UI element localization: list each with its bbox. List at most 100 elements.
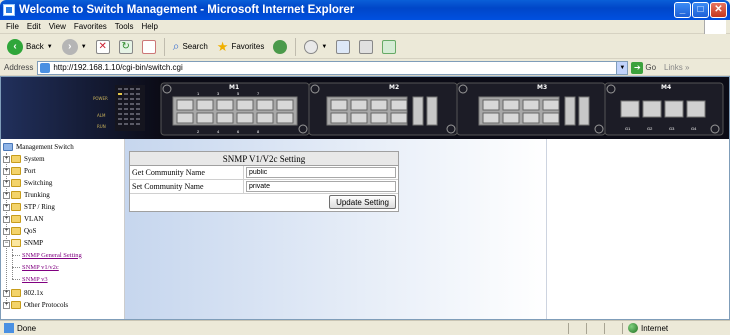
- tree-link-snmp-general[interactable]: SNMP General Setting: [22, 249, 82, 261]
- windows-logo-icon: [704, 20, 726, 34]
- rj45-port: [482, 99, 500, 111]
- tree-item-stp-ring[interactable]: + STP / Ring: [3, 201, 55, 213]
- tree-item-snmp[interactable]: − SNMP: [3, 237, 43, 249]
- expand-icon[interactable]: +: [3, 215, 10, 223]
- status-led: [136, 113, 140, 115]
- print-button[interactable]: [356, 37, 376, 57]
- folder-icon: [11, 191, 21, 199]
- favorites-button[interactable]: ★ Favorites: [214, 37, 268, 57]
- tree-item-8021x[interactable]: +802.1x: [3, 287, 43, 299]
- status-led: [130, 108, 134, 110]
- expand-icon[interactable]: +: [3, 167, 10, 175]
- refresh-icon: ↻: [118, 39, 133, 54]
- expand-icon[interactable]: +: [3, 179, 10, 187]
- tree-guide: [12, 249, 13, 279]
- tree-item-port[interactable]: + Port: [3, 165, 36, 177]
- tree-item-other-protocols[interactable]: + Other Protocols: [3, 299, 68, 311]
- menu-bar: File Edit View Favorites Tools Help: [0, 20, 730, 34]
- media-button[interactable]: [270, 37, 290, 57]
- tree-link-snmp-v1v2c[interactable]: SNMP v1/v2c: [22, 261, 59, 273]
- forward-dropdown-icon[interactable]: ▼: [81, 44, 87, 50]
- refresh-button[interactable]: ↻: [116, 37, 136, 57]
- search-button[interactable]: ⌕ Search: [170, 37, 211, 57]
- expand-icon[interactable]: +: [3, 203, 10, 211]
- tree-item-switching[interactable]: + Switching: [3, 177, 52, 189]
- update-setting-button[interactable]: Update Setting: [329, 195, 396, 209]
- go-button[interactable]: ➔ Go: [631, 61, 656, 74]
- address-dropdown-icon[interactable]: ▼: [616, 61, 628, 74]
- expand-icon[interactable]: +: [3, 301, 10, 309]
- tree-item-vlan[interactable]: + VLAN: [3, 213, 43, 225]
- status-led: [130, 103, 134, 105]
- folder-icon: [11, 227, 21, 235]
- expand-icon[interactable]: +: [3, 227, 10, 235]
- rj45-port: [216, 99, 234, 111]
- tree-root[interactable]: Management Switch: [3, 141, 74, 153]
- status-led: [118, 123, 122, 125]
- ie-page-icon: [3, 4, 15, 16]
- mail-button[interactable]: [333, 37, 353, 57]
- back-button[interactable]: ‹ Back ▼: [4, 37, 56, 57]
- rj45-port: [216, 112, 234, 124]
- led-label-power: POWER: [93, 96, 108, 101]
- snmp-general-link[interactable]: SNMP General Setting: [22, 252, 82, 259]
- status-led: [124, 88, 128, 90]
- expand-icon[interactable]: +: [3, 191, 10, 199]
- back-label: Back: [26, 42, 44, 51]
- expand-icon[interactable]: +: [3, 155, 10, 163]
- status-led: [118, 88, 122, 90]
- tree-item-label: VLAN: [24, 215, 44, 223]
- history-dropdown-icon[interactable]: ▼: [321, 44, 327, 50]
- get-community-label: Get Community Name: [130, 166, 244, 179]
- back-arrow-icon: ‹: [7, 38, 23, 55]
- tree-item-system[interactable]: + System: [3, 153, 45, 165]
- rj45-port: [502, 99, 520, 111]
- tree-item-qos[interactable]: + QoS: [3, 225, 36, 237]
- menu-favorites[interactable]: Favorites: [74, 22, 107, 31]
- status-led: [124, 98, 128, 100]
- module-label-m4: M4: [661, 84, 671, 91]
- menu-help[interactable]: Help: [141, 22, 157, 31]
- rj45-port: [370, 99, 388, 111]
- media-icon: [273, 39, 288, 54]
- tree-guide: [12, 255, 20, 256]
- status-led: [118, 113, 122, 115]
- minimize-button[interactable]: _: [674, 2, 691, 18]
- tree-item-label: SNMP: [24, 239, 44, 247]
- rj45-port: [330, 99, 348, 111]
- set-community-input[interactable]: [246, 181, 396, 192]
- collapse-icon[interactable]: −: [3, 239, 10, 247]
- page-icon: [40, 62, 51, 73]
- menu-file[interactable]: File: [6, 22, 19, 31]
- messenger-button[interactable]: [379, 37, 399, 57]
- forward-button[interactable]: › ▼: [59, 37, 90, 57]
- menu-tools[interactable]: Tools: [115, 22, 134, 31]
- window-titlebar[interactable]: Welcome to Switch Management - Microsoft…: [0, 0, 730, 20]
- status-led: [124, 93, 128, 95]
- close-button[interactable]: ✕: [710, 2, 727, 18]
- back-dropdown-icon[interactable]: ▼: [47, 44, 53, 50]
- address-input[interactable]: http://192.168.1.10/cgi-bin/switch.cgi ▼: [37, 60, 629, 75]
- browser-content: POWER ALM RUN M1 1 3 5 7 2 4 6 8 M2 M3 M…: [0, 76, 730, 320]
- history-button[interactable]: ▼: [301, 37, 330, 57]
- mail-icon: [336, 39, 351, 54]
- expand-icon[interactable]: +: [3, 289, 10, 297]
- status-led: [124, 113, 128, 115]
- tree-item-trunking[interactable]: + Trunking: [3, 189, 50, 201]
- stop-button[interactable]: ✕: [93, 37, 113, 57]
- status-led: [118, 108, 122, 110]
- get-community-input[interactable]: [246, 167, 396, 178]
- links-button[interactable]: Links »: [664, 63, 689, 72]
- folder-icon: [11, 215, 21, 223]
- go-arrow-icon: ➔: [631, 61, 644, 74]
- home-button[interactable]: [139, 37, 159, 57]
- rj45-port: [256, 112, 274, 124]
- security-zone[interactable]: Internet: [628, 323, 668, 333]
- menu-view[interactable]: View: [49, 22, 66, 31]
- snmp-v1v2c-link[interactable]: SNMP v1/v2c: [22, 264, 59, 271]
- snmp-v3-link[interactable]: SNMP v3: [22, 276, 48, 283]
- maximize-button[interactable]: □: [692, 2, 709, 18]
- tree-link-snmp-v3[interactable]: SNMP v3: [22, 273, 48, 285]
- tree-item-label: Port: [24, 167, 36, 175]
- menu-edit[interactable]: Edit: [27, 22, 41, 31]
